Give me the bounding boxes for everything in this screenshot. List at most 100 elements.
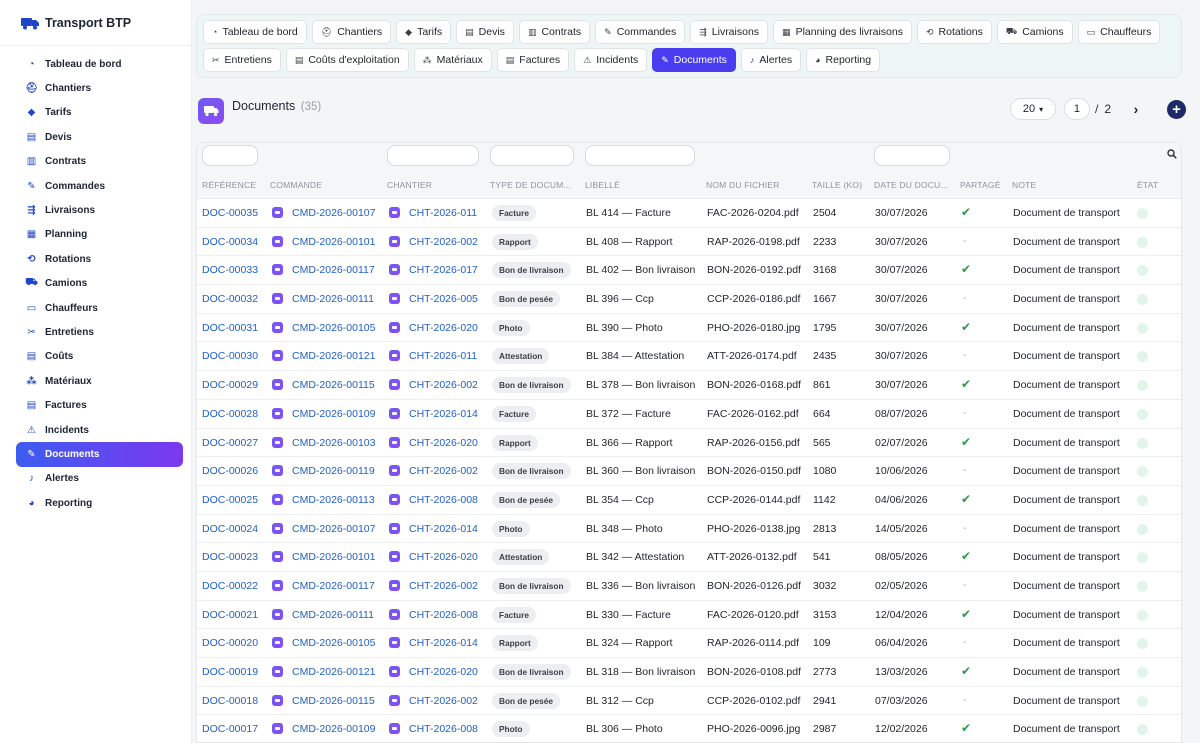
chantier-link[interactable]: CHT-2026-008	[409, 723, 478, 735]
table-row[interactable]: DOC-00023 CMD-2026-00101 CHT-2026-020 Attes…	[197, 543, 1181, 572]
chantier-link[interactable]: CHT-2026-014	[409, 637, 478, 649]
column-header[interactable]: Taille (Ko)	[812, 180, 862, 190]
tab-documents[interactable]: ✎ Documents	[652, 48, 736, 72]
tab-rotations[interactable]: ⟲ Rotations	[916, 20, 992, 44]
column-header[interactable]: Commande	[270, 180, 322, 190]
sidebar-item-entretiens[interactable]: ✂ Entretiens	[16, 320, 183, 344]
reference-link[interactable]: DOC-00030	[202, 350, 258, 362]
sidebar-item-camions[interactable]: ⛟ Camions	[16, 272, 183, 296]
tab-couts-d-exploitation[interactable]: ▤ Coûts d'exploitation	[285, 48, 409, 72]
reference-link[interactable]: DOC-00034	[202, 236, 258, 248]
sidebar-item-documents[interactable]: ✎ Documents	[16, 442, 183, 467]
reference-link[interactable]: DOC-00024	[202, 523, 258, 535]
commande-link[interactable]: CMD-2026-00119	[292, 465, 375, 477]
tab-chantiers[interactable]: ⛑ Chantiers	[311, 20, 392, 44]
chantier-link[interactable]: CHT-2026-017	[409, 264, 478, 276]
chantier-link[interactable]: CHT-2026-002	[409, 236, 478, 248]
reference-link[interactable]: DOC-00025	[202, 494, 258, 506]
reference-link[interactable]: DOC-00020	[202, 637, 258, 649]
brand[interactable]: Transport BTP	[0, 0, 191, 46]
table-row[interactable]: DOC-00022 CMD-2026-00117 CHT-2026-002 Bon d…	[197, 572, 1181, 601]
reference-link[interactable]: DOC-00023	[202, 551, 258, 563]
sidebar-item-alertes[interactable]: ♪ Alertes	[16, 467, 183, 491]
chantier-link[interactable]: CHT-2026-008	[409, 494, 478, 506]
sidebar-item-reporting[interactable]: ◕ Reporting	[16, 491, 183, 515]
reference-link[interactable]: DOC-00021	[202, 609, 258, 621]
commande-link[interactable]: CMD-2026-00121	[292, 350, 375, 362]
tab-alertes[interactable]: ♪ Alertes	[740, 48, 802, 72]
table-row[interactable]: DOC-00028 CMD-2026-00109 CHT-2026-014 Factu…	[197, 400, 1181, 429]
reference-link[interactable]: DOC-00029	[202, 379, 258, 391]
table-row[interactable]: DOC-00017 CMD-2026-00109 CHT-2026-008 Photo…	[197, 715, 1181, 742]
chantier-link[interactable]: CHT-2026-020	[409, 322, 478, 334]
tab-planning-des-livraisons[interactable]: ▦ Planning des livraisons	[773, 20, 912, 44]
sidebar-item-factures[interactable]: ▤ Factures	[16, 393, 183, 417]
table-row[interactable]: DOC-00018 CMD-2026-00115 CHT-2026-002 Bon d…	[197, 687, 1181, 716]
table-row[interactable]: DOC-00019 CMD-2026-00121 CHT-2026-020 Bon d…	[197, 658, 1181, 687]
page-size-select[interactable]: 20 ▾	[1009, 98, 1056, 120]
sidebar-item-materiaux[interactable]: ⁂ Matériaux	[16, 369, 183, 393]
table-row[interactable]: DOC-00027 CMD-2026-00103 CHT-2026-020 Rappo…	[197, 429, 1181, 458]
table-row[interactable]: DOC-00021 CMD-2026-00111 CHT-2026-008 Factu…	[197, 601, 1181, 630]
table-row[interactable]: DOC-00035 CMD-2026-00107 CHT-2026-011 Factu…	[197, 199, 1181, 228]
column-header[interactable]: Chantier	[387, 180, 432, 190]
commande-link[interactable]: CMD-2026-00115	[292, 379, 375, 391]
column-header[interactable]: Date du docu...	[874, 180, 956, 190]
chantier-link[interactable]: CHT-2026-020	[409, 437, 478, 449]
sidebar-item-tableau-de-bord[interactable]: ◔ Tableau de bord	[16, 52, 183, 76]
table-row[interactable]: DOC-00020 CMD-2026-00105 CHT-2026-014 Rappo…	[197, 629, 1181, 658]
commande-link[interactable]: CMD-2026-00117	[292, 580, 375, 592]
tab-livraisons[interactable]: ⇶ Livraisons	[690, 20, 769, 44]
tab-reporting[interactable]: ◕ Reporting	[806, 48, 881, 72]
commande-link[interactable]: CMD-2026-00113	[292, 494, 375, 506]
tab-materiaux[interactable]: ⁂ Matériaux	[413, 48, 492, 72]
column-header[interactable]: Partagé	[960, 180, 1001, 190]
chantier-link[interactable]: CHT-2026-008	[409, 609, 478, 621]
chantier-link[interactable]: CHT-2026-002	[409, 580, 478, 592]
add-document-button[interactable]: +	[1167, 99, 1186, 119]
sidebar-item-incidents[interactable]: ⚠ Incidents	[16, 418, 183, 442]
reference-link[interactable]: DOC-00022	[202, 580, 258, 592]
tab-tarifs[interactable]: ◆ Tarifs	[396, 20, 452, 44]
filter-reference-input[interactable]	[202, 145, 258, 166]
commande-link[interactable]: CMD-2026-00117	[292, 264, 375, 276]
tab-commandes[interactable]: ✎ Commandes	[595, 20, 686, 44]
chantier-link[interactable]: CHT-2026-020	[409, 666, 478, 678]
tab-camions[interactable]: ⛟ Camions	[996, 20, 1073, 44]
table-row[interactable]: DOC-00029 CMD-2026-00115 CHT-2026-002 Bon d…	[197, 371, 1181, 400]
commande-link[interactable]: CMD-2026-00107	[292, 523, 375, 535]
table-row[interactable]: DOC-00025 CMD-2026-00113 CHT-2026-008 Bon d…	[197, 486, 1181, 515]
reference-link[interactable]: DOC-00031	[202, 322, 258, 334]
next-page-button[interactable]: ›	[1127, 100, 1145, 118]
table-row[interactable]: DOC-00033 CMD-2026-00117 CHT-2026-017 Bon d…	[197, 256, 1181, 286]
tab-chauffeurs[interactable]: ▭ Chauffeurs	[1077, 20, 1161, 44]
tab-incidents[interactable]: ⚠ Incidents	[574, 48, 648, 72]
commande-link[interactable]: CMD-2026-00111	[292, 293, 374, 305]
table-row[interactable]: DOC-00034 CMD-2026-00101 CHT-2026-002 Rappo…	[197, 228, 1181, 257]
sidebar-item-planning[interactable]: ▦ Planning	[16, 223, 183, 247]
commande-link[interactable]: CMD-2026-00109	[292, 723, 375, 735]
reference-link[interactable]: DOC-00027	[202, 437, 258, 449]
reference-link[interactable]: DOC-00018	[202, 695, 258, 707]
reference-link[interactable]: DOC-00032	[202, 293, 258, 305]
column-header[interactable]: État	[1137, 180, 1158, 190]
commande-link[interactable]: CMD-2026-00105	[292, 637, 375, 649]
reference-link[interactable]: DOC-00026	[202, 465, 258, 477]
commande-link[interactable]: CMD-2026-00105	[292, 322, 375, 334]
filter-type-input[interactable]	[490, 145, 574, 166]
filter-date-input[interactable]	[874, 145, 950, 166]
reference-link[interactable]: DOC-00017	[202, 723, 258, 735]
sidebar-item-couts[interactable]: ▤ Coûts	[16, 345, 183, 369]
current-page-input[interactable]: 1	[1063, 98, 1090, 120]
tab-contrats[interactable]: ▥ Contrats	[518, 20, 591, 44]
commande-link[interactable]: CMD-2026-00115	[292, 695, 375, 707]
table-row[interactable]: DOC-00032 CMD-2026-00111 CHT-2026-005 Bon d…	[197, 285, 1181, 314]
filter-libelle-input[interactable]	[585, 145, 695, 166]
commande-link[interactable]: CMD-2026-00101	[292, 236, 375, 248]
sidebar-item-chantiers[interactable]: ⛑ Chantiers	[16, 76, 183, 100]
chantier-link[interactable]: CHT-2026-011	[409, 350, 477, 362]
sidebar-item-chauffeurs[interactable]: ▭ Chauffeurs	[16, 296, 183, 320]
table-row[interactable]: DOC-00030 CMD-2026-00121 CHT-2026-011 Attes…	[197, 342, 1181, 372]
filter-chantier-input[interactable]	[387, 145, 479, 166]
commande-link[interactable]: CMD-2026-00101	[292, 551, 375, 563]
